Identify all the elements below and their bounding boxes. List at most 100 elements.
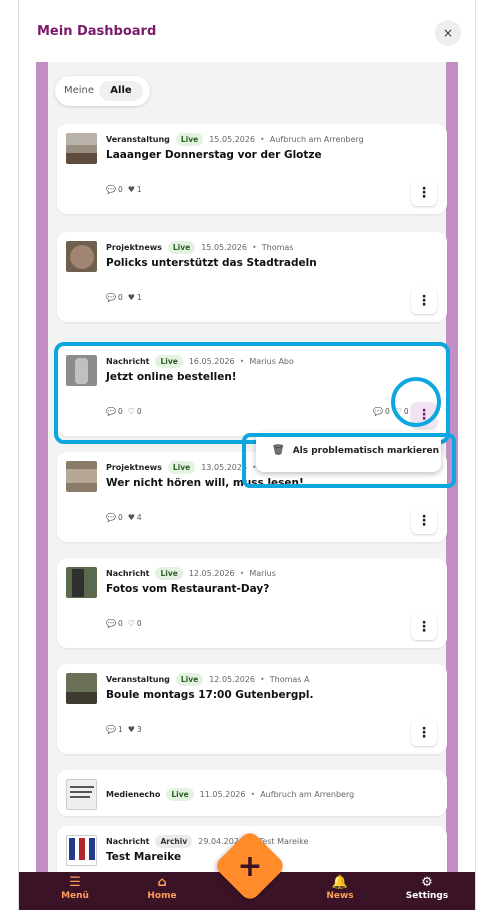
- selection-highlight: [54, 342, 450, 444]
- separator-dot: •: [239, 569, 245, 578]
- card-meta: Projektnews Live 15.05.2026 • Thomas: [106, 241, 293, 254]
- card-thumbnail: [66, 779, 97, 810]
- feed-card[interactable]: Medienecho Live 11.05.2026 • Aufbruch am…: [57, 770, 447, 816]
- separator-dot: •: [260, 135, 265, 144]
- feed-card[interactable]: Nachricht Live 12.05.2026 • Marius Fotos…: [57, 558, 447, 648]
- card-type: Veranstaltung: [106, 135, 170, 144]
- hamburger-icon: ☰: [69, 875, 81, 890]
- status-badge: Live: [167, 241, 196, 254]
- comment-count: 1: [117, 725, 123, 734]
- card-date: 13.05.2026: [201, 463, 248, 472]
- close-icon: ×: [442, 26, 454, 40]
- nav-label: Settings: [405, 891, 449, 901]
- nav-label: Menü: [61, 891, 89, 901]
- card-title: Laaanger Donnerstag vor der Glotze: [106, 149, 322, 161]
- more-options-button[interactable]: ⋮: [411, 180, 437, 206]
- comment-icon: 💬: [106, 513, 116, 522]
- card-counts: 💬 0 ♥ 1: [106, 185, 142, 194]
- kebab-icon: ⋮: [417, 185, 431, 201]
- heart-filled-icon[interactable]: ♥: [128, 185, 135, 194]
- card-author: Thomas: [261, 243, 294, 252]
- card-title: Fotos vom Restaurant-Day?: [106, 583, 270, 595]
- nav-label: Home: [147, 891, 177, 901]
- feed-card[interactable]: Projektnews Live 15.05.2026 • Thomas Pol…: [57, 232, 447, 322]
- card-counts: 💬 0 ♥ 1: [106, 293, 142, 302]
- page-title: Mein Dashboard: [37, 23, 157, 39]
- card-meta: Veranstaltung Live 12.05.2026 • Thomas A: [106, 673, 309, 686]
- more-options-button[interactable]: ⋮: [411, 720, 437, 746]
- card-meta: Medienecho Live 11.05.2026 • Aufbruch am…: [106, 788, 354, 801]
- gear-icon: ⚙: [421, 875, 433, 890]
- filter-alle-button[interactable]: Alle: [99, 81, 143, 101]
- card-type: Veranstaltung: [106, 675, 170, 684]
- card-thumbnail: [66, 835, 97, 866]
- separator-dot: •: [260, 675, 265, 684]
- plus-icon: +: [237, 848, 263, 884]
- card-type: Medienecho: [106, 790, 161, 799]
- more-options-button[interactable]: ⋮: [411, 288, 437, 314]
- kebab-icon: ⋮: [417, 619, 431, 635]
- card-date: 15.05.2026: [209, 135, 256, 144]
- card-thumbnail: [66, 673, 97, 704]
- selection-circle: [391, 377, 441, 427]
- heart-filled-icon[interactable]: ♥: [128, 293, 135, 302]
- card-title: Policks unterstützt das Stadtradeln: [106, 257, 317, 269]
- status-badge: Live: [167, 461, 196, 474]
- card-type: Projektnews: [106, 463, 162, 472]
- nav-label: News: [326, 891, 354, 901]
- comment-icon: 💬: [106, 185, 116, 194]
- card-thumbnail: [66, 567, 97, 598]
- card-thumbnail: [66, 461, 97, 492]
- card-type: Projektnews: [106, 243, 162, 252]
- card-author: Aufbruch am Arrenberg: [269, 135, 364, 144]
- status-badge: Live: [175, 673, 204, 686]
- filter-meine-button[interactable]: Meine: [61, 81, 97, 101]
- comment-count: 0: [117, 293, 123, 302]
- card-author: Aufbruch am Arrenberg: [260, 790, 355, 799]
- like-count: 1: [136, 293, 142, 302]
- header: Mein Dashboard ×: [19, 0, 475, 62]
- card-date: 12.05.2026: [188, 569, 235, 578]
- heart-filled-icon[interactable]: ♥: [128, 725, 135, 734]
- status-badge: Live: [175, 133, 204, 146]
- like-count: 4: [136, 513, 142, 522]
- card-meta: Projektnews Live 13.05.2026 •: [106, 461, 262, 474]
- comment-count: 0: [117, 185, 123, 194]
- more-options-button[interactable]: ⋮: [411, 614, 437, 640]
- nav-settings[interactable]: ⚙ Settings: [397, 875, 457, 902]
- card-meta: Nachricht Live 12.05.2026 • Marius: [106, 567, 276, 580]
- card-title: Test Mareike: [106, 851, 182, 863]
- separator-dot: •: [250, 790, 256, 799]
- like-count: 0: [136, 619, 142, 628]
- filter-toggle: Meine Alle: [55, 76, 150, 106]
- card-meta: Veranstaltung Live 15.05.2026 • Aufbruch…: [106, 133, 364, 146]
- nav-menu[interactable]: ☰ Menü: [45, 875, 105, 902]
- card-type: Nachricht: [106, 569, 150, 578]
- like-count: 3: [136, 725, 142, 734]
- heart-outline-icon[interactable]: ♡: [128, 619, 135, 628]
- card-type: Nachricht: [106, 837, 150, 846]
- card-counts: 💬 0 ♥ 4: [106, 513, 142, 522]
- card-meta: Nachricht Archiv 29.04.2026 • Test Marei…: [106, 835, 308, 848]
- heart-filled-icon[interactable]: ♥: [128, 513, 135, 522]
- nav-home[interactable]: ⌂ Home: [132, 875, 192, 902]
- nav-news[interactable]: 🔔 News: [310, 875, 370, 902]
- card-author: Marius: [249, 569, 276, 578]
- more-options-button[interactable]: ⋮: [411, 508, 437, 534]
- card-counts: 💬 0 ♡ 0: [106, 619, 142, 628]
- feed-card[interactable]: Veranstaltung Live 15.05.2026 • Aufbruch…: [57, 124, 447, 214]
- context-menu-highlight: [242, 433, 456, 488]
- like-count: 1: [136, 185, 142, 194]
- home-icon: ⌂: [157, 875, 167, 890]
- feed-card[interactable]: Veranstaltung Live 12.05.2026 • Thomas A…: [57, 664, 447, 754]
- card-date: 11.05.2026: [199, 790, 246, 799]
- card-date: 15.05.2026: [201, 243, 248, 252]
- comment-icon: 💬: [106, 619, 116, 628]
- card-thumbnail: [66, 133, 97, 164]
- status-badge: Live: [166, 788, 194, 801]
- bell-icon: 🔔: [331, 875, 349, 890]
- comment-icon: 💬: [106, 293, 116, 302]
- close-button[interactable]: ×: [435, 20, 461, 46]
- card-title: Boule montags 17:00 Gutenbergpl.: [106, 689, 314, 701]
- dashboard-window: Mein Dashboard × Meine Alle Veranstaltun…: [18, 0, 476, 910]
